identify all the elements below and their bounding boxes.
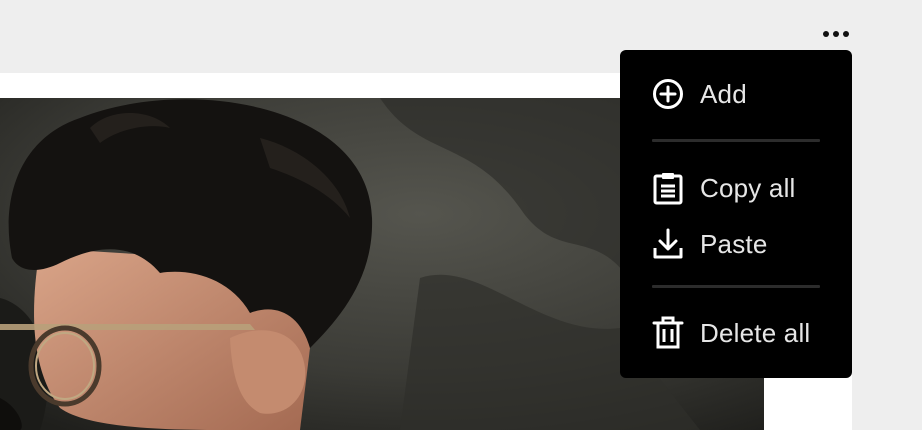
menu-item-label: Paste <box>700 228 768 259</box>
menu-item-copy-all[interactable]: Copy all <box>620 165 852 211</box>
download-icon <box>651 227 685 261</box>
menu-separator <box>652 139 820 142</box>
menu-item-add[interactable]: Add <box>620 71 852 117</box>
more-dot <box>843 31 849 37</box>
more-dot <box>833 31 839 37</box>
clipboard-icon <box>651 171 685 205</box>
menu-separator <box>652 285 820 288</box>
menu-item-delete-all[interactable]: Delete all <box>620 310 852 356</box>
menu-item-paste[interactable]: Paste <box>620 221 852 267</box>
more-options-button[interactable] <box>812 20 860 48</box>
plus-circle-icon <box>651 77 685 111</box>
trash-icon <box>651 316 685 350</box>
context-menu: Add Copy all Paste Delete all <box>620 50 852 378</box>
menu-item-label: Add <box>700 78 747 109</box>
menu-item-label: Copy all <box>700 172 796 203</box>
menu-item-label: Delete all <box>700 317 811 348</box>
more-dot <box>823 31 829 37</box>
